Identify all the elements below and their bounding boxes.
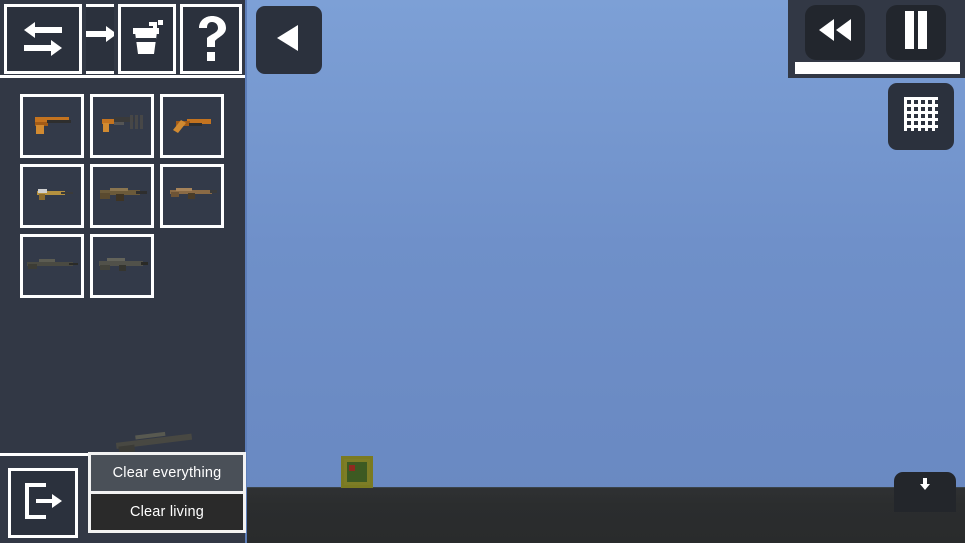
game-window: Clear everything Clear living — [0, 0, 965, 543]
sawed-off-sprite — [169, 110, 215, 143]
item-slot[interactable] — [160, 94, 224, 158]
menu-item-clear-everything[interactable]: Clear everything — [91, 455, 243, 491]
download-icon — [919, 478, 931, 497]
help-button[interactable] — [180, 4, 242, 74]
entity-marker — [349, 465, 355, 471]
panel-toolbar — [0, 0, 245, 78]
item-slot[interactable] — [90, 94, 154, 158]
spawned-entity[interactable] — [341, 456, 373, 488]
smg-sprite — [27, 181, 77, 212]
timeline-scrubber[interactable] — [795, 62, 960, 74]
carbine-sprite — [166, 181, 218, 212]
weapon-item-grid — [20, 94, 234, 298]
paint-bucket-button[interactable] — [118, 4, 176, 74]
item-slot[interactable] — [20, 234, 84, 298]
item-slot[interactable] — [20, 94, 84, 158]
pause-icon — [903, 11, 929, 54]
dragged-weapon-preview — [112, 428, 204, 454]
item-slot[interactable] — [20, 164, 84, 228]
sniper-rifle-sprite — [25, 252, 79, 281]
arrow-right-icon — [86, 19, 114, 59]
item-slot[interactable] — [160, 164, 224, 228]
swap-mode-button[interactable] — [4, 4, 82, 74]
clear-context-menu: Clear everything Clear living — [88, 452, 246, 533]
exit-button[interactable] — [8, 468, 78, 538]
pause-button[interactable] — [886, 5, 946, 60]
collapse-panel-button[interactable] — [256, 6, 322, 74]
grid-icon — [902, 95, 940, 138]
triangle-left-icon — [272, 21, 306, 60]
item-slot[interactable] — [90, 234, 154, 298]
swap-arrows-icon — [22, 19, 64, 59]
item-slot[interactable] — [90, 164, 154, 228]
next-page-button[interactable] — [86, 4, 114, 74]
save-button[interactable] — [894, 472, 956, 512]
grid-toggle-button[interactable] — [888, 83, 954, 150]
machine-pistol-sprite — [98, 110, 146, 143]
question-mark-icon — [194, 16, 228, 62]
assault-rifle-sprite — [96, 181, 148, 212]
playback-controls — [788, 0, 965, 78]
paint-bucket-icon — [127, 18, 167, 60]
pistol-sprite — [29, 110, 75, 143]
exit-door-icon — [22, 480, 64, 527]
rewind-icon — [817, 17, 853, 48]
menu-item-clear-living[interactable]: Clear living — [91, 494, 243, 530]
battle-rifle-sprite — [95, 252, 149, 281]
rewind-button[interactable] — [805, 5, 865, 60]
